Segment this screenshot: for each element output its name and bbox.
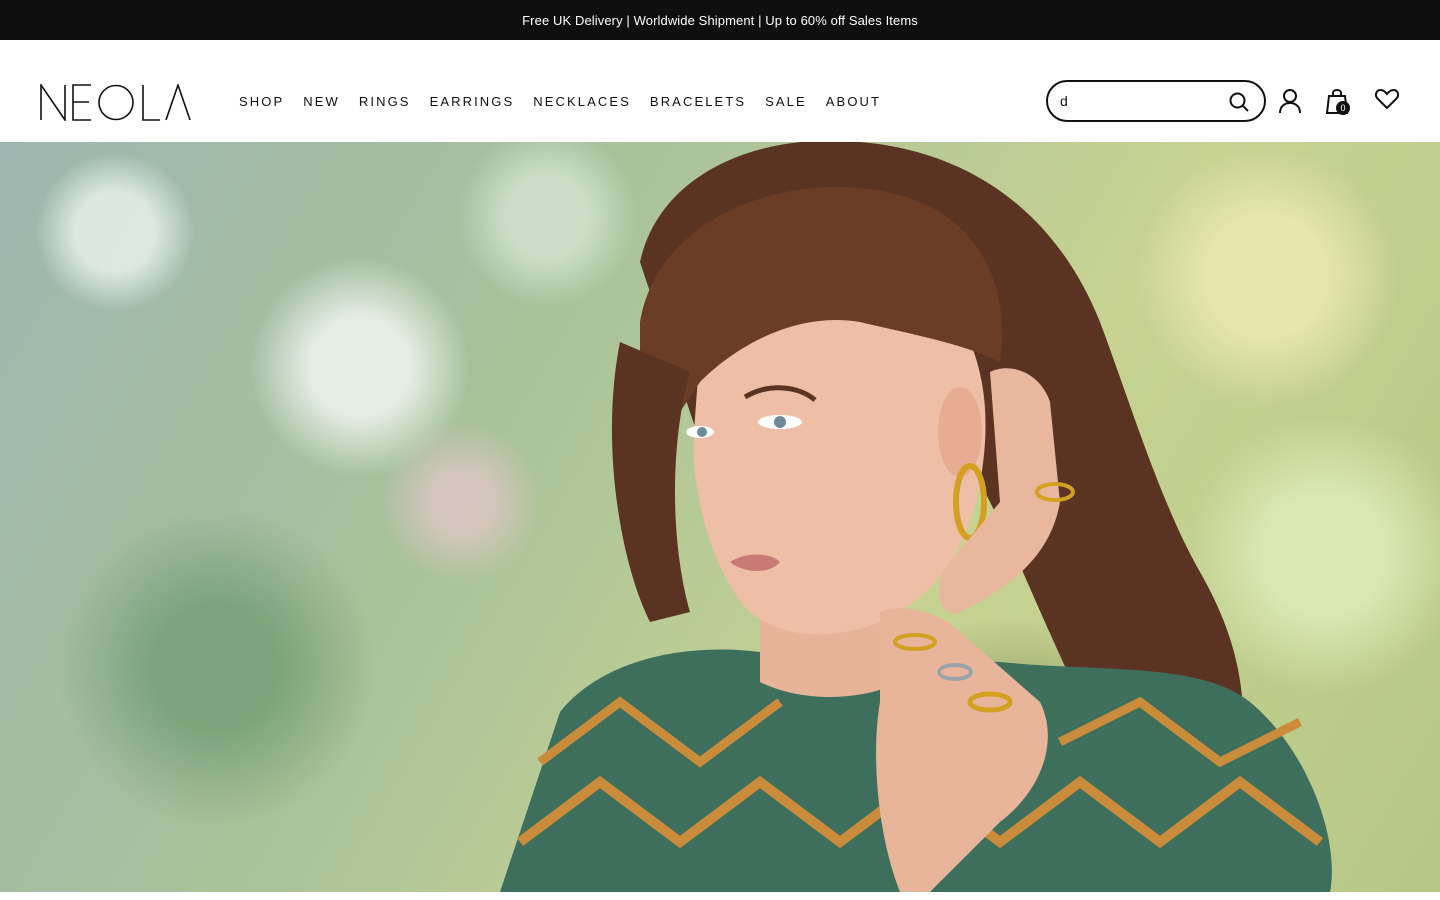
user-icon[interactable]	[1277, 88, 1303, 114]
nav-item-shop[interactable]: SHOP	[239, 94, 284, 109]
nav-item-sale[interactable]: SALE	[765, 94, 807, 109]
nav-item-about[interactable]: ABOUT	[826, 94, 881, 109]
neola-logo[interactable]	[39, 84, 191, 121]
nav-item-necklaces[interactable]: NECKLACES	[533, 94, 631, 109]
search-box	[1046, 80, 1266, 122]
heart-icon[interactable]	[1374, 87, 1400, 111]
cart-count-badge: 0	[1336, 101, 1350, 115]
site-header: SHOP NEW RINGS EARRINGS NECKLACES BRACEL…	[0, 40, 1440, 142]
search-input[interactable]	[1060, 91, 1220, 111]
search-icon[interactable]	[1228, 91, 1250, 113]
hero-model-photo	[500, 142, 1332, 892]
nav-item-bracelets[interactable]: BRACELETS	[650, 94, 746, 109]
nav-item-earrings[interactable]: EARRINGS	[430, 94, 515, 109]
announcement-bar: Free UK Delivery | Worldwide Shipment | …	[0, 0, 1440, 40]
nav-item-new[interactable]: NEW	[303, 94, 340, 109]
nav-item-rings[interactable]: RINGS	[359, 94, 411, 109]
shopping-bag-icon[interactable]: 0	[1325, 86, 1353, 116]
main-nav: SHOP NEW RINGS EARRINGS NECKLACES BRACEL…	[239, 94, 900, 109]
announcement-text: Free UK Delivery | Worldwide Shipment | …	[522, 12, 918, 28]
hero-banner[interactable]	[0, 142, 1440, 892]
